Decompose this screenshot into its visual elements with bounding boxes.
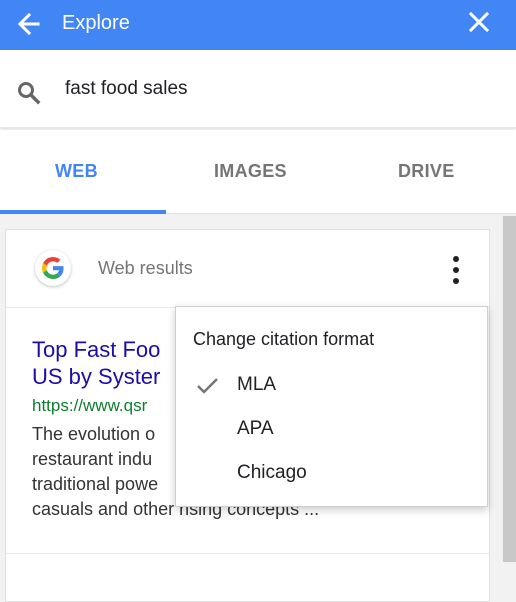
tab-drive[interactable]: DRIVE	[398, 161, 455, 182]
checkmark-icon	[196, 376, 220, 396]
search-icon[interactable]	[16, 80, 42, 106]
menu-title: Change citation format	[193, 329, 375, 349]
search-bar	[0, 50, 516, 128]
google-g-icon	[35, 250, 71, 286]
top-app-bar: Explore	[0, 0, 516, 50]
menu-option-mla[interactable]: MLA	[237, 374, 276, 396]
tab-web[interactable]: WEB	[55, 161, 98, 182]
menu-option-apa[interactable]: APA	[237, 418, 274, 440]
tab-images[interactable]: IMAGES	[214, 161, 287, 182]
tab-bar: WEB IMAGES DRIVE	[0, 130, 516, 214]
menu-option-chicago[interactable]: Chicago	[237, 462, 307, 484]
more-vert-icon[interactable]	[446, 254, 466, 286]
search-input[interactable]	[65, 78, 465, 100]
panel-title: Explore	[62, 12, 130, 34]
arrow-back-icon[interactable]	[14, 9, 44, 39]
card-divider	[6, 553, 489, 554]
close-icon[interactable]	[466, 9, 492, 35]
scrollbar[interactable]	[503, 216, 516, 562]
card-label: Web results	[98, 258, 193, 278]
card-header: Web results	[6, 230, 489, 308]
citation-format-menu: Change citation format MLA APA Chicago	[175, 306, 488, 507]
